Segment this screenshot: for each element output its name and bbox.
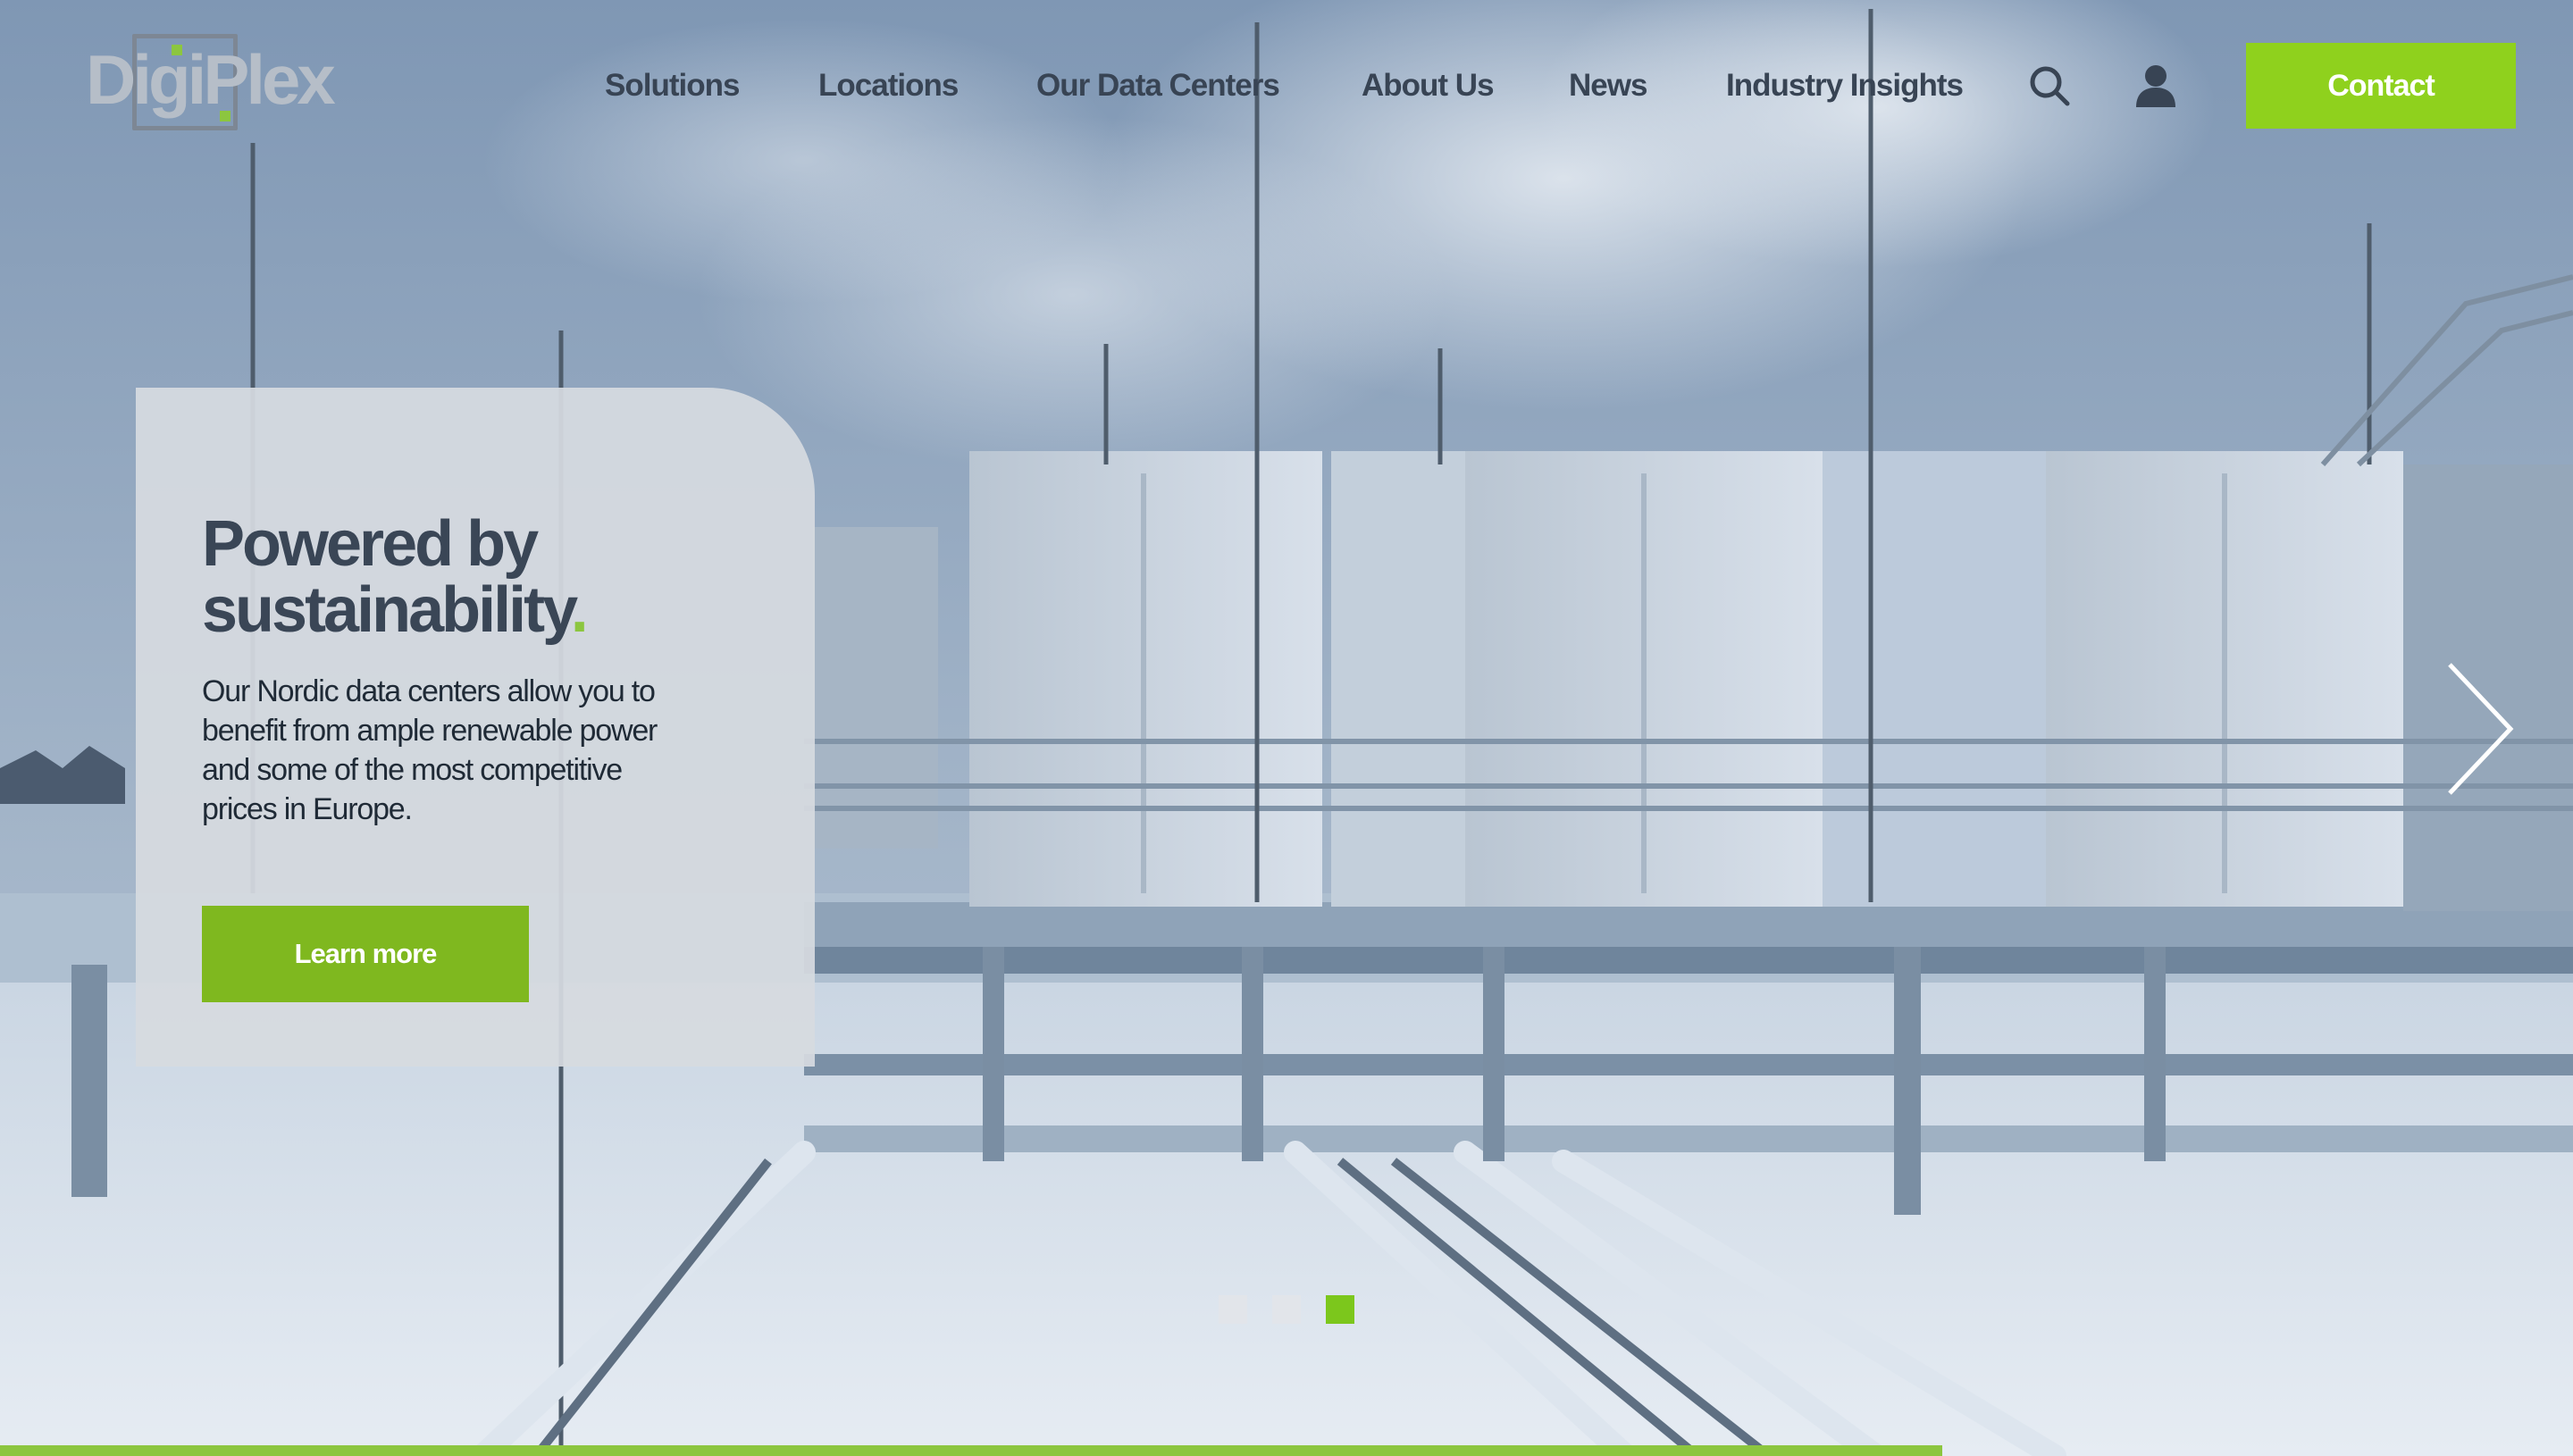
slide-dot-2[interactable] <box>1272 1295 1301 1324</box>
user-icon[interactable] <box>2133 63 2178 109</box>
nav-item-industry-insights[interactable]: Industry Insights <box>1726 63 1964 109</box>
digiplex-logo[interactable]: DigiPlex <box>86 34 336 139</box>
nav-item-solutions[interactable]: Solutions <box>605 63 740 109</box>
slide-progress-track <box>0 1445 2573 1456</box>
site-header: DigiPlex Solutions Locations Our Data Ce… <box>0 0 2573 170</box>
chevron-right-icon[interactable] <box>2439 657 2519 800</box>
slide-dot-3[interactable] <box>1326 1295 1354 1324</box>
slider-dots <box>1219 1295 1362 1324</box>
hero-title-line2: sustainability <box>202 574 574 646</box>
slide-dot-1[interactable] <box>1219 1295 1247 1324</box>
contact-button[interactable]: Contact <box>2246 43 2516 129</box>
hero-description: Our Nordic data centers allow you to ben… <box>202 674 658 826</box>
nav-item-about-us[interactable]: About Us <box>1362 63 1495 109</box>
hero-card: Powered by sustainability. Our Nordic da… <box>136 388 815 1067</box>
nav-item-our-data-centers[interactable]: Our Data Centers <box>1036 63 1280 109</box>
hero-title-line1: Powered by <box>202 508 539 580</box>
nav-item-news[interactable]: News <box>1569 63 1647 109</box>
hero-title-accent: . <box>570 574 589 646</box>
slide-progress-bar <box>0 1445 1943 1456</box>
nav-item-locations[interactable]: Locations <box>818 63 959 109</box>
search-icon[interactable] <box>2028 63 2071 109</box>
logo-text: DigiPlex <box>86 40 336 119</box>
hero-title: Powered by sustainability. <box>202 511 774 643</box>
learn-more-button[interactable]: Learn more <box>202 906 529 1002</box>
